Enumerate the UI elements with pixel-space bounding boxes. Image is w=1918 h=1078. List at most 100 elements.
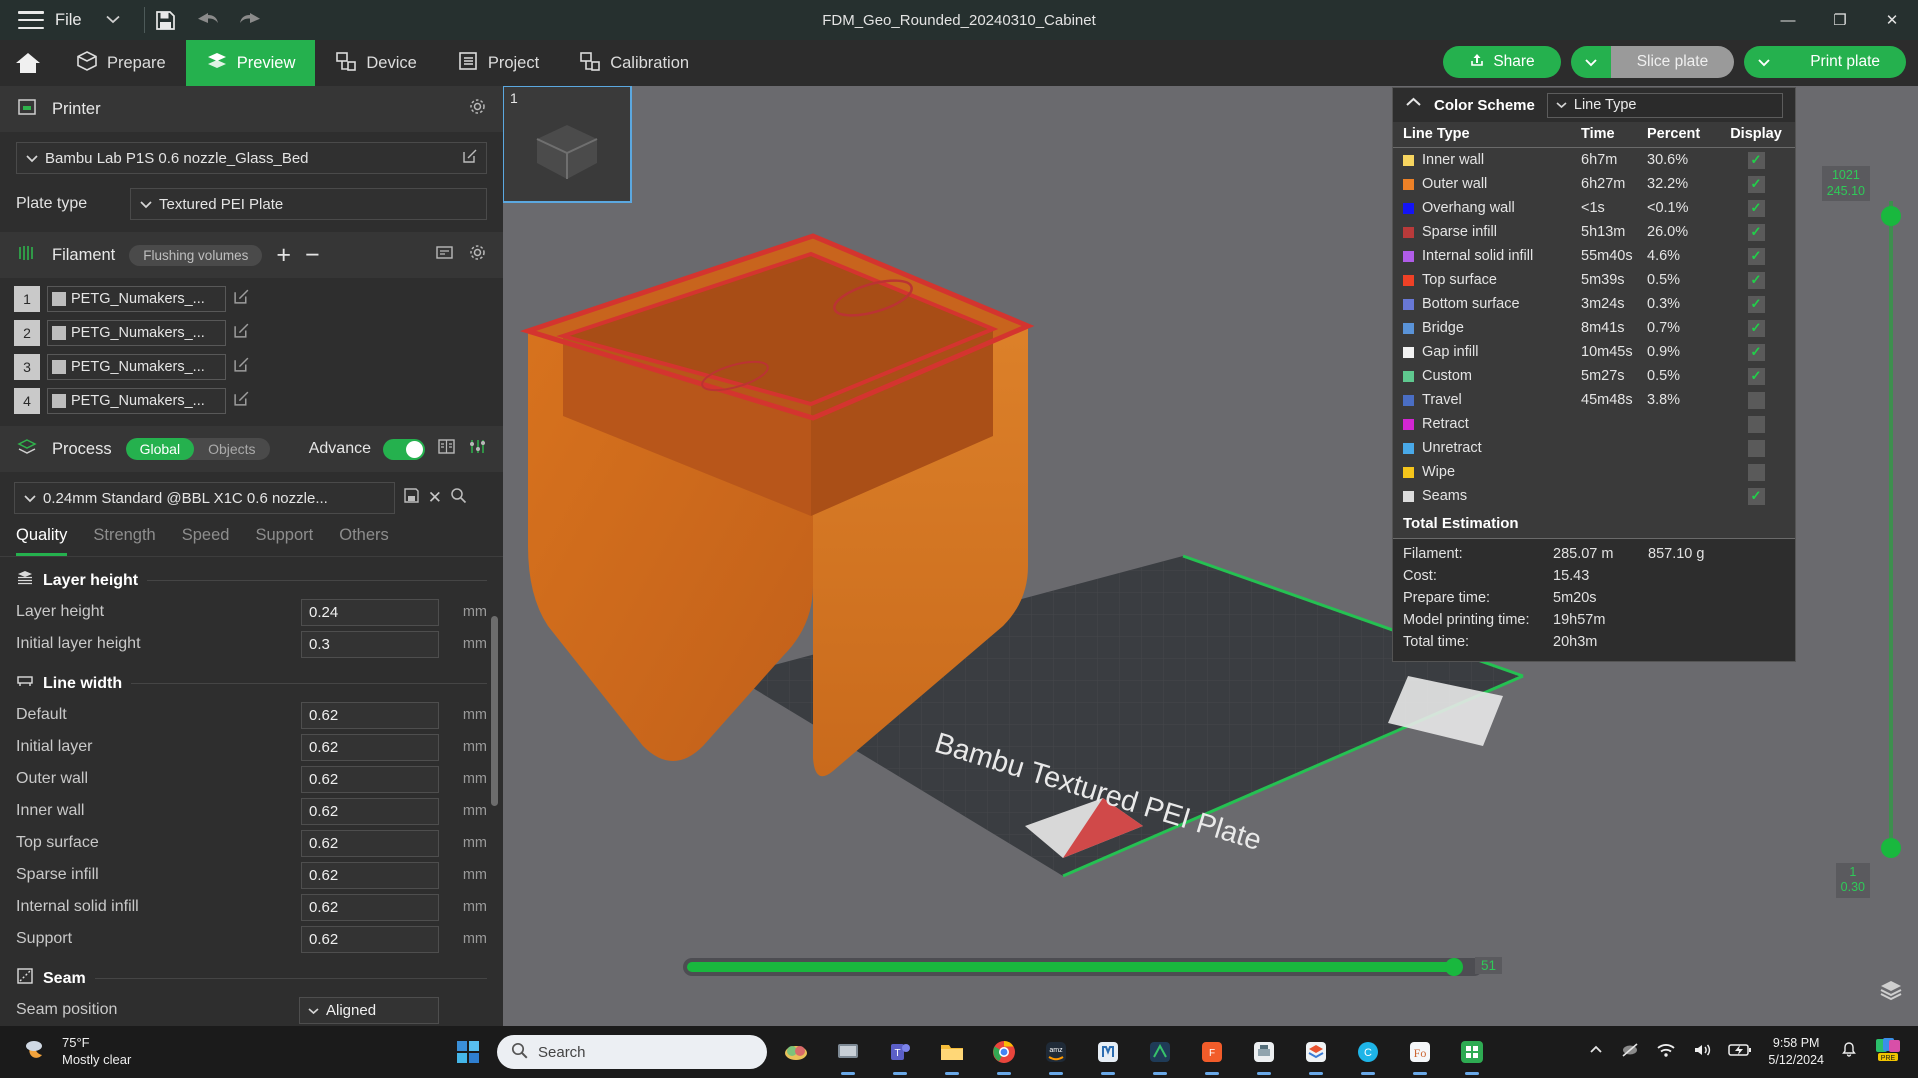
edit-icon[interactable]: [233, 322, 250, 344]
start-button[interactable]: [445, 1026, 491, 1078]
display-checkbox[interactable]: ✓: [1747, 223, 1765, 241]
legend-display-cell[interactable]: ✓: [1727, 175, 1785, 193]
undo-icon[interactable]: [187, 0, 229, 40]
printer-preset-select[interactable]: Bambu Lab P1S 0.6 nozzle_Glass_Bed: [16, 142, 487, 174]
file-menu-label[interactable]: File: [55, 11, 82, 30]
legend-row[interactable]: Unretract: [1393, 436, 1795, 460]
slice-plate-label[interactable]: Slice plate: [1610, 46, 1735, 78]
legend-display-cell[interactable]: ✓: [1727, 223, 1785, 241]
layer-slider-bottom-handle[interactable]: [1881, 838, 1901, 858]
layer-slider-top-handle[interactable]: [1881, 206, 1901, 226]
setting-input[interactable]: 0.62: [301, 701, 439, 729]
tab-calibration[interactable]: Calibration: [559, 40, 709, 86]
bambu-taskbar-icon[interactable]: [1449, 1026, 1495, 1078]
redo-icon[interactable]: [229, 0, 271, 40]
wifi-icon[interactable]: [1656, 1042, 1676, 1063]
notification-bell-icon[interactable]: [1840, 1041, 1858, 1064]
slice-plate-button[interactable]: Slice plate: [1570, 46, 1735, 78]
gear-icon[interactable]: [468, 243, 487, 267]
display-checkbox[interactable]: [1747, 415, 1765, 433]
filament-slot[interactable]: 2 PETG_Numakers_...: [14, 320, 250, 346]
chevron-down-icon[interactable]: [104, 12, 122, 28]
home-icon[interactable]: [0, 40, 56, 86]
weather-widget[interactable]: 75°F Mostly clear: [22, 1035, 131, 1070]
search-icon[interactable]: [450, 487, 467, 509]
display-checkbox[interactable]: ✓: [1747, 487, 1765, 505]
display-checkbox[interactable]: ✓: [1747, 343, 1765, 361]
amazon-music-icon[interactable]: amz: [1033, 1026, 1079, 1078]
clock[interactable]: 9:58 PM 5/12/2024: [1768, 1035, 1824, 1069]
setting-input[interactable]: 0.62: [301, 893, 439, 921]
legend-row[interactable]: Custom 5m27s 0.5% ✓: [1393, 364, 1795, 388]
display-checkbox[interactable]: ✓: [1747, 151, 1765, 169]
display-checkbox[interactable]: ✓: [1747, 319, 1765, 337]
legend-row[interactable]: Bridge 8m41s 0.7% ✓: [1393, 316, 1795, 340]
legend-row[interactable]: Seams ✓: [1393, 484, 1795, 508]
display-checkbox[interactable]: [1747, 391, 1765, 409]
volume-icon[interactable]: [1692, 1042, 1712, 1063]
setting-input[interactable]: 0.24: [301, 598, 439, 626]
display-checkbox[interactable]: ✓: [1747, 199, 1765, 217]
legend-display-cell[interactable]: ✓: [1727, 295, 1785, 313]
fusion360-icon[interactable]: F: [1189, 1026, 1235, 1078]
edit-icon[interactable]: [233, 390, 250, 412]
copilot-icon[interactable]: [773, 1026, 819, 1078]
edit-icon[interactable]: [462, 148, 478, 168]
settings-sliders-icon[interactable]: [468, 437, 487, 461]
legend-row[interactable]: Outer wall 6h27m 32.2% ✓: [1393, 172, 1795, 196]
flushing-volumes-button[interactable]: Flushing volumes: [129, 244, 263, 266]
tab-preview[interactable]: Preview: [185, 40, 316, 86]
advance-toggle[interactable]: [383, 438, 425, 460]
tab-prepare[interactable]: Prepare: [56, 40, 186, 86]
seam-position-select[interactable]: Aligned: [299, 996, 439, 1024]
slider-handle[interactable]: [1445, 958, 1463, 976]
close-button[interactable]: ✕: [1866, 0, 1918, 40]
display-checkbox[interactable]: ✓: [1747, 295, 1765, 313]
legend-row[interactable]: Top surface 5m39s 0.5% ✓: [1393, 268, 1795, 292]
sidebar-scrollbar[interactable]: [491, 616, 498, 806]
minimize-button[interactable]: —: [1762, 0, 1814, 40]
file-explorer-icon[interactable]: [929, 1026, 975, 1078]
search-input[interactable]: Search: [497, 1035, 767, 1069]
legend-display-cell[interactable]: ✓: [1727, 247, 1785, 265]
edit-icon[interactable]: [233, 356, 250, 378]
pre-app-icon[interactable]: PRE: [1874, 1037, 1902, 1068]
tab-strength[interactable]: Strength: [93, 526, 155, 556]
print-plate-button[interactable]: Print plate: [1744, 46, 1906, 78]
filament-sync-icon[interactable]: [435, 243, 454, 267]
setting-input[interactable]: 0.62: [301, 765, 439, 793]
legend-row[interactable]: Travel 45m48s 3.8%: [1393, 388, 1795, 412]
tab-project[interactable]: Project: [437, 40, 559, 86]
filament-slot[interactable]: 4 PETG_Numakers_...: [14, 388, 250, 414]
setting-input[interactable]: 0.3: [301, 630, 439, 658]
print-plate-label[interactable]: Print plate: [1784, 46, 1906, 78]
legend-display-cell[interactable]: [1727, 463, 1785, 481]
color-scheme-select[interactable]: Line Type: [1546, 92, 1783, 118]
cura-icon[interactable]: C: [1345, 1026, 1391, 1078]
display-checkbox[interactable]: ✓: [1747, 367, 1765, 385]
scope-global[interactable]: Global: [125, 438, 195, 460]
filament-select[interactable]: PETG_Numakers_...: [47, 286, 226, 312]
layer-slider-track[interactable]: [1889, 201, 1893, 856]
moves-slider[interactable]: 51: [683, 957, 1503, 978]
teams-icon[interactable]: T: [877, 1026, 923, 1078]
legend-row[interactable]: Retract: [1393, 412, 1795, 436]
legend-row[interactable]: Overhang wall <1s <0.1% ✓: [1393, 196, 1795, 220]
close-preset-icon[interactable]: ✕: [428, 488, 442, 508]
filament-select[interactable]: PETG_Numakers_...: [47, 388, 226, 414]
legend-display-cell[interactable]: [1727, 415, 1785, 433]
legend-display-cell[interactable]: [1727, 439, 1785, 457]
legend-display-cell[interactable]: ✓: [1727, 487, 1785, 505]
display-checkbox[interactable]: [1747, 439, 1765, 457]
print-chevron-icon[interactable]: [1744, 46, 1785, 78]
bambu-studio-icon[interactable]: [1085, 1026, 1131, 1078]
setting-input[interactable]: 0.62: [301, 829, 439, 857]
legend-row[interactable]: Internal solid infill 55m40s 4.6% ✓: [1393, 244, 1795, 268]
legend-display-cell[interactable]: ✓: [1727, 343, 1785, 361]
save-preset-icon[interactable]: [403, 487, 420, 509]
display-checkbox[interactable]: ✓: [1747, 271, 1765, 289]
autodesk-icon[interactable]: [1137, 1026, 1183, 1078]
prusa-icon[interactable]: [1293, 1026, 1339, 1078]
legend-row[interactable]: Bottom surface 3m24s 0.3% ✓: [1393, 292, 1795, 316]
tray-expand-icon[interactable]: [1588, 1043, 1604, 1061]
